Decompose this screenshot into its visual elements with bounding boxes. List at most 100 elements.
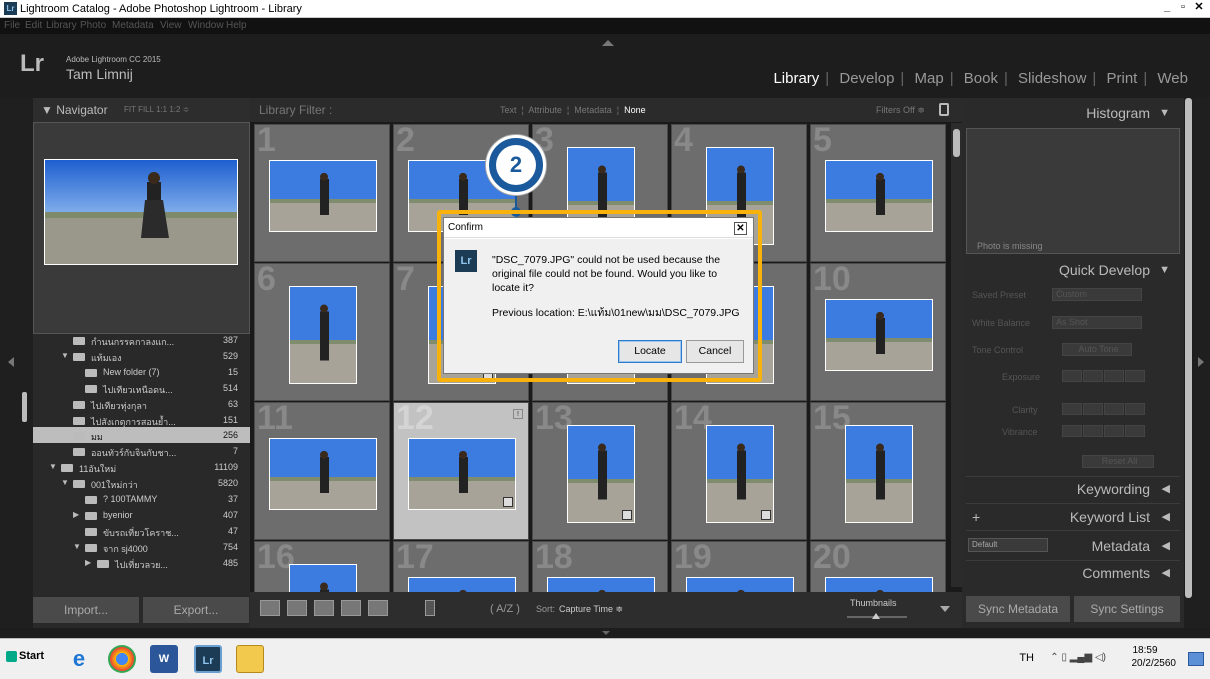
grid-cell[interactable]: 14: [671, 402, 807, 540]
folder-row[interactable]: ▼ แท้มเอง 529: [33, 348, 250, 364]
photo-thumbnail[interactable]: [408, 577, 516, 592]
folder-row[interactable]: กำนนกรรคกาลงแก... 387: [33, 334, 250, 348]
folder-row[interactable]: ไปเทียวเหนือดน... 514: [33, 380, 250, 396]
grid-cell[interactable]: 15: [810, 402, 946, 540]
clarity-buttons[interactable]: [1062, 403, 1146, 417]
menu-library[interactable]: Library: [46, 20, 77, 31]
folder-expand-icon[interactable]: ▼: [61, 351, 69, 360]
photo-thumbnail[interactable]: [289, 286, 357, 384]
import-button[interactable]: Import...: [33, 597, 139, 623]
photo-badge-icon[interactable]: [761, 510, 771, 520]
grid-scroll-thumb[interactable]: [953, 129, 960, 157]
filter-attribute[interactable]: Attribute: [528, 105, 562, 115]
lightroom-taskbar-icon[interactable]: Lr: [194, 645, 222, 673]
grid-cell[interactable]: 11: [254, 402, 390, 540]
reset-all-button[interactable]: Reset All: [1082, 455, 1154, 468]
grid-cell[interactable]: 6: [254, 263, 390, 401]
grid-cell[interactable]: 12!: [393, 402, 529, 540]
menu-file[interactable]: File: [4, 20, 20, 31]
filters-off-dropdown[interactable]: Filters Off ≑: [876, 105, 925, 116]
spray-can-icon[interactable]: [425, 600, 435, 616]
module-web[interactable]: Web: [1157, 70, 1188, 87]
filter-metadata[interactable]: Metadata: [574, 105, 612, 115]
filmstrip-toggle-icon[interactable]: [602, 631, 610, 635]
right-scroll-thumb[interactable]: [1185, 98, 1192, 598]
module-slideshow[interactable]: Slideshow: [1018, 70, 1086, 87]
module-develop[interactable]: Develop: [839, 70, 894, 87]
tray-icons[interactable]: ⌃ ▯ ▂▄▆ ◁): [1050, 652, 1106, 663]
folder-expand-icon[interactable]: ▶: [85, 558, 91, 567]
grid-cell[interactable]: 18: [532, 541, 668, 592]
sync-settings-button[interactable]: Sync Settings: [1074, 596, 1180, 622]
photo-badge-icon[interactable]: [503, 497, 513, 507]
photo-thumbnail[interactable]: [825, 299, 933, 371]
menu-metadata[interactable]: Metadata: [112, 20, 154, 31]
folder-row[interactable]: ▶ ไปเที่ยวลวย... 485: [33, 555, 250, 571]
grid-view-icon[interactable]: [260, 600, 280, 616]
photo-thumbnail[interactable]: [825, 160, 933, 232]
grid-cell[interactable]: 19: [671, 541, 807, 592]
module-print[interactable]: Print: [1107, 70, 1138, 87]
folder-expand-icon[interactable]: ▼: [49, 462, 57, 471]
module-map[interactable]: Map: [915, 70, 944, 87]
sort-dropdown[interactable]: Capture Time ≑: [559, 604, 623, 615]
clock-time[interactable]: 18:59: [1120, 645, 1170, 656]
right-panel-toggle-icon[interactable]: [1198, 357, 1204, 367]
menu-edit[interactable]: Edit: [25, 20, 42, 31]
folder-expand-icon[interactable]: ▼: [61, 478, 69, 487]
keyword-list-header[interactable]: + Keyword List ◀: [962, 506, 1184, 528]
navigator-zoom-options[interactable]: FIT FILL 1:1 1:2 ≑: [124, 105, 189, 114]
word-icon[interactable]: W: [150, 645, 178, 673]
internet-explorer-icon[interactable]: e: [65, 645, 93, 673]
filter-none[interactable]: None: [624, 105, 646, 115]
sync-metadata-button[interactable]: Sync Metadata: [966, 596, 1070, 622]
survey-view-icon[interactable]: [341, 600, 361, 616]
file-explorer-icon[interactable]: [236, 645, 264, 673]
folder-expand-icon[interactable]: ▶: [73, 510, 79, 519]
vibrance-buttons[interactable]: [1062, 425, 1146, 439]
photo-thumbnail[interactable]: [408, 438, 516, 510]
module-library[interactable]: Library: [773, 70, 819, 87]
navigator-header[interactable]: ▼ Navigator FIT FILL 1:1 1:2 ≑: [33, 98, 250, 122]
photo-thumbnail[interactable]: [547, 577, 655, 592]
compare-view-icon[interactable]: [314, 600, 334, 616]
chrome-icon[interactable]: [108, 645, 136, 673]
photo-thumbnail[interactable]: [845, 425, 913, 523]
menu-view[interactable]: View: [160, 20, 182, 31]
folder-row[interactable]: ขับรถเที่ยวโคราช... 47: [33, 523, 250, 539]
histogram-header[interactable]: Histogram ▼: [962, 102, 1184, 124]
folder-row[interactable]: ▼ จาก sj4000 754: [33, 539, 250, 555]
grid-cell[interactable]: 1: [254, 124, 390, 262]
photo-thumbnail[interactable]: [289, 564, 357, 592]
metadata-header[interactable]: Default Metadata ◀: [962, 535, 1184, 557]
photo-badge-icon[interactable]: [622, 510, 632, 520]
folder-row[interactable]: ▼ 001ใหม่กว่า 5820: [33, 475, 250, 491]
grid-cell[interactable]: 10: [810, 263, 946, 401]
saved-preset-dropdown[interactable]: Custom: [1052, 288, 1142, 301]
export-button[interactable]: Export...: [143, 597, 249, 623]
folder-expand-icon[interactable]: ▼: [73, 542, 81, 551]
toolbar-menu-icon[interactable]: [940, 606, 950, 612]
grid-cell[interactable]: 20: [810, 541, 946, 592]
sort-direction-icon[interactable]: ( A/Z ): [490, 603, 520, 615]
folder-row[interactable]: ▹ มม 256: [33, 427, 250, 444]
quick-develop-header[interactable]: Quick Develop ▼: [962, 259, 1184, 281]
comments-header[interactable]: Comments ◀: [962, 562, 1184, 584]
filter-lock-icon[interactable]: [939, 103, 949, 116]
metadata-preset-dropdown[interactable]: Default: [968, 538, 1048, 552]
photo-thumbnail[interactable]: [686, 577, 794, 592]
folder-row[interactable]: ไปสังเกตุการสอนย้ำ... 151: [33, 412, 250, 428]
maximize-button[interactable]: ▫: [1176, 1, 1190, 15]
photo-thumbnail[interactable]: [567, 425, 635, 523]
menu-window[interactable]: Window: [188, 20, 224, 31]
right-panel-scrollbar[interactable]: [1184, 98, 1193, 598]
menu-photo[interactable]: Photo: [80, 20, 106, 31]
folder-row[interactable]: ▶ byenior 407: [33, 507, 250, 523]
folder-row[interactable]: ออนทัวร์กับจินกับชา... 7: [33, 443, 250, 459]
top-panel-toggle-icon[interactable]: [602, 40, 614, 46]
grid-cell[interactable]: 16: [254, 541, 390, 592]
folder-row[interactable]: ▼ 11อันใหม่ 11109: [33, 459, 250, 475]
left-scroll-thumb[interactable]: [22, 392, 27, 422]
grid-cell[interactable]: 17: [393, 541, 529, 592]
missing-file-icon[interactable]: !: [513, 409, 523, 419]
